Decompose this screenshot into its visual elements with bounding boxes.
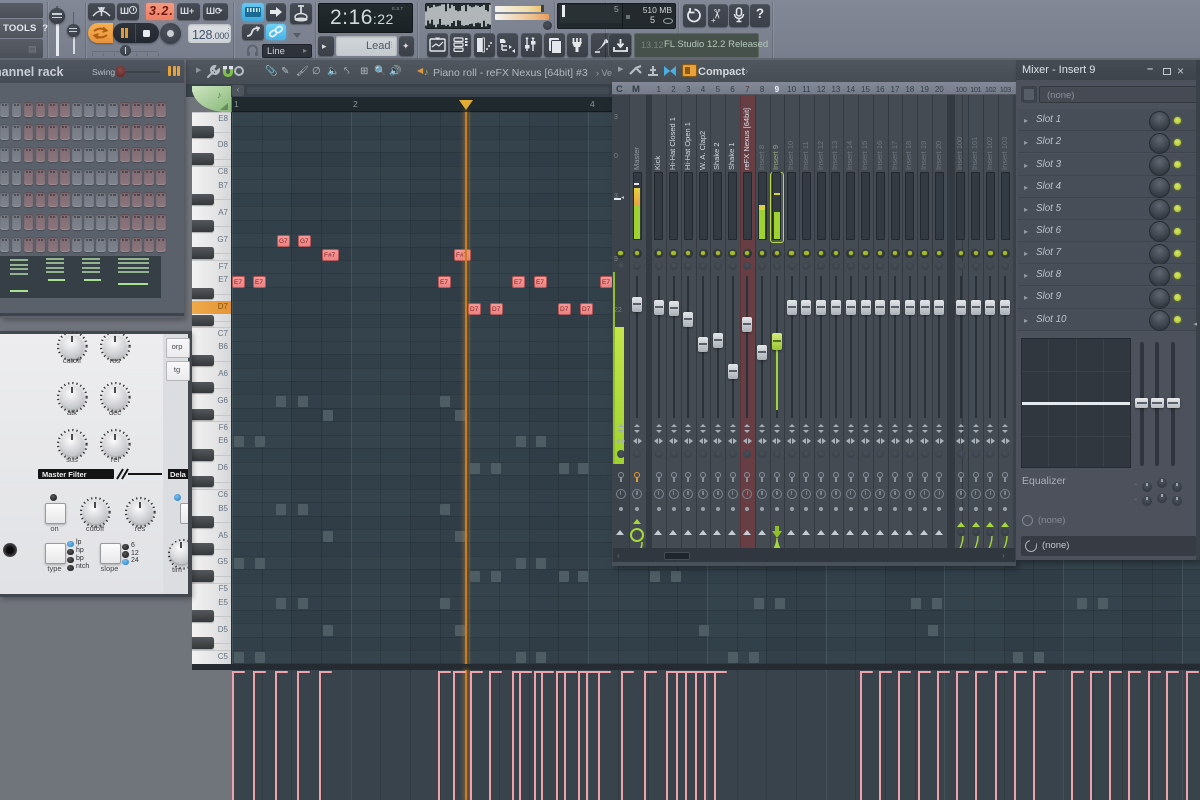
svg-text:♪: ♪ [217, 90, 222, 100]
